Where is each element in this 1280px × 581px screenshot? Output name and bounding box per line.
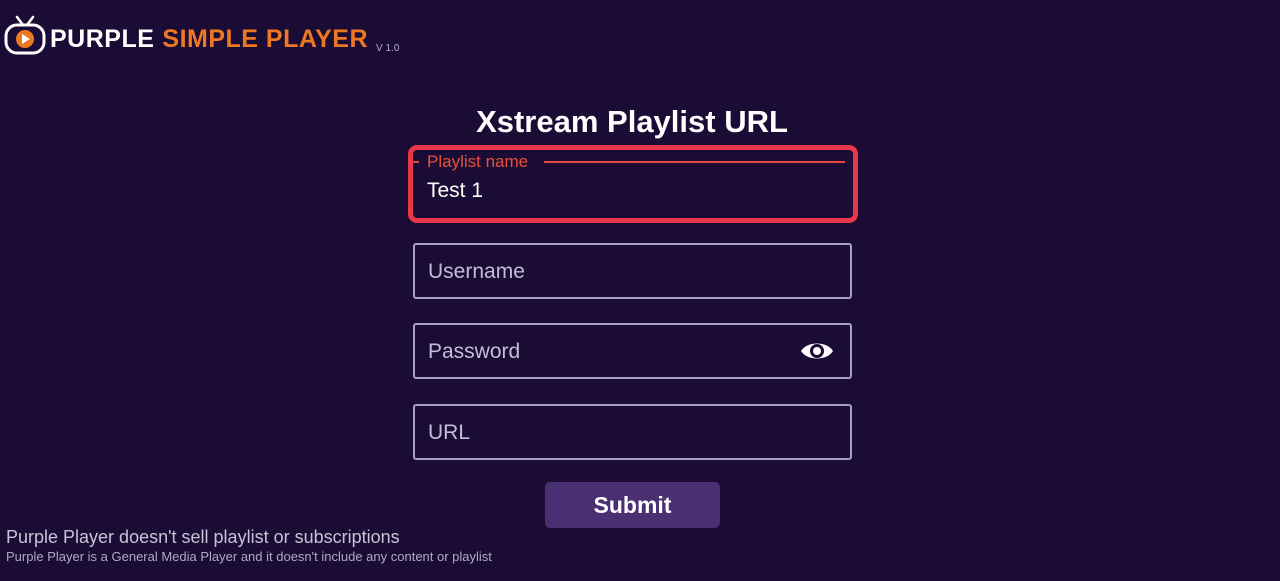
app-logo: PURPLE SIMPLE PLAYER V 1.0 — [4, 12, 399, 56]
disclaimer-text: Purple Player is a General Media Player … — [6, 549, 492, 564]
playlist-name-label: Playlist name — [427, 152, 529, 171]
password-placeholder: Password — [428, 340, 521, 363]
login-screen: PURPLE SIMPLE PLAYER V 1.0 Xstream Playl… — [0, 0, 1280, 581]
url-field[interactable]: URL — [413, 404, 852, 460]
page-title: Xstream Playlist URL — [476, 104, 788, 139]
brand-name-primary: PURPLE — [50, 25, 155, 53]
username-placeholder: Username — [428, 260, 525, 283]
url-placeholder: URL — [428, 421, 471, 444]
tv-play-icon — [4, 15, 46, 55]
disclaimer-title: Purple Player doesn't sell playlist or s… — [6, 527, 400, 547]
password-field[interactable]: Password — [413, 323, 852, 379]
field-outline — [413, 161, 419, 163]
username-field[interactable]: Username — [413, 243, 852, 299]
playlist-name-field[interactable]: Playlist name Test 1 — [408, 145, 858, 223]
eye-icon[interactable] — [800, 339, 834, 363]
version-label: V 1.0 — [376, 43, 400, 54]
playlist-name-value[interactable]: Test 1 — [427, 179, 483, 203]
submit-button[interactable]: Submit — [545, 482, 720, 528]
field-outline — [544, 161, 845, 163]
brand-name-secondary: SIMPLE PLAYER — [162, 25, 369, 53]
